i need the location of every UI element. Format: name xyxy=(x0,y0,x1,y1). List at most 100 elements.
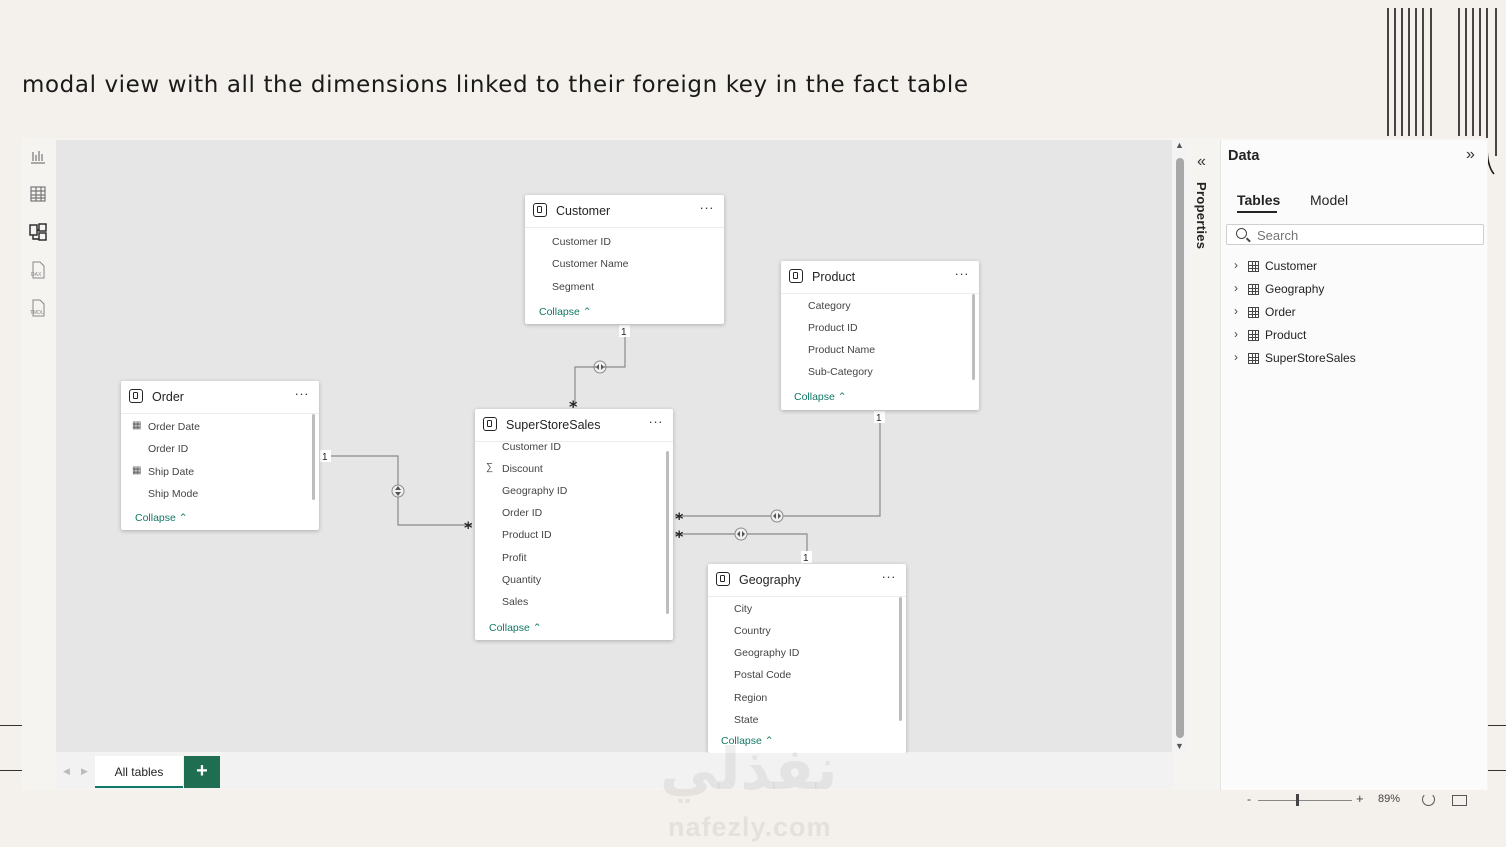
table-name: Geography xyxy=(739,573,801,587)
table-icon xyxy=(129,389,143,403)
zoom-in-button[interactable]: + xyxy=(1356,791,1364,806)
card-scrollbar[interactable] xyxy=(666,451,669,614)
field-product-id[interactable]: Product ID xyxy=(808,322,858,334)
table-card-customer[interactable]: Customer ··· Customer ID Customer Name S… xyxy=(525,195,724,324)
report-view-icon[interactable] xyxy=(28,146,48,166)
field-state[interactable]: State xyxy=(734,714,759,726)
more-options-icon[interactable]: ··· xyxy=(700,200,715,215)
field-geography-id[interactable]: Geography ID xyxy=(502,485,567,497)
collapse-button[interactable]: Collapse ⌃ xyxy=(794,391,847,403)
view-switcher-rail: DAX TMDL xyxy=(22,138,56,753)
chevron-right-icon[interactable]: › xyxy=(1234,281,1238,295)
field-sub-category[interactable]: Sub-Category xyxy=(808,366,873,378)
active-tab-underline xyxy=(1237,211,1277,213)
table-icon xyxy=(716,572,730,586)
table-view-icon[interactable] xyxy=(28,184,48,204)
add-layout-button[interactable]: + xyxy=(184,756,220,788)
field-order-id[interactable]: Order ID xyxy=(502,507,542,519)
expand-properties-icon[interactable]: « xyxy=(1197,153,1206,171)
field-region[interactable]: Region xyxy=(734,692,767,704)
edge-line-left-top xyxy=(0,725,22,726)
table-icon xyxy=(533,203,547,217)
field-discount[interactable]: Discount xyxy=(502,463,543,475)
card-scrollbar[interactable] xyxy=(972,294,975,380)
table-grid-icon xyxy=(1248,353,1259,364)
table-card-header[interactable]: Geography ··· xyxy=(708,564,906,597)
more-options-icon[interactable]: ··· xyxy=(882,569,897,584)
table-card-geography[interactable]: Geography ··· City Country Geography ID … xyxy=(708,564,906,753)
field-category[interactable]: Category xyxy=(808,300,851,312)
tab-scroll-right-icon[interactable]: ▶ xyxy=(81,766,88,777)
chevron-right-icon[interactable]: › xyxy=(1234,350,1238,364)
table-grid-icon xyxy=(1248,307,1259,318)
tab-tables[interactable]: Tables xyxy=(1237,192,1280,208)
fit-to-screen-icon[interactable] xyxy=(1452,795,1467,806)
table-card-order[interactable]: Order ··· ▦ Order Date Order ID ▦ Ship D… xyxy=(121,381,319,530)
table-name: Product xyxy=(812,270,856,284)
field-order-date[interactable]: Order Date xyxy=(148,421,200,433)
table-grid-icon xyxy=(1248,330,1259,341)
collapse-data-pane-icon[interactable]: » xyxy=(1466,146,1475,164)
table-card-product[interactable]: Product ··· Category Product ID Product … xyxy=(781,261,979,410)
search-input[interactable] xyxy=(1257,228,1477,243)
field-customer-name[interactable]: Customer Name xyxy=(552,258,628,270)
table-card-header[interactable]: Customer ··· xyxy=(525,195,724,228)
field-geography-id[interactable]: Geography ID xyxy=(734,647,799,659)
table-icon xyxy=(483,417,497,431)
zoom-out-button[interactable]: - xyxy=(1247,792,1251,806)
field-sales[interactable]: Sales xyxy=(502,596,528,608)
canvas-vertical-scrollbar[interactable]: ▲ ▼ xyxy=(1173,140,1187,754)
tab-model[interactable]: Model xyxy=(1310,192,1348,208)
chevron-right-icon[interactable]: › xyxy=(1234,258,1238,272)
dax-query-view-icon[interactable]: DAX xyxy=(28,260,48,280)
chevron-right-icon[interactable]: › xyxy=(1234,304,1238,318)
reset-layout-icon[interactable] xyxy=(1422,793,1435,806)
field-quantity[interactable]: Quantity xyxy=(502,574,541,586)
table-grid-icon xyxy=(1248,284,1259,295)
field-order-id[interactable]: Order ID xyxy=(148,443,188,455)
search-box[interactable] xyxy=(1226,224,1484,245)
tab-scroll-left-icon[interactable]: ◀ xyxy=(63,766,70,777)
field-postal-code[interactable]: Postal Code xyxy=(734,669,791,681)
field-ship-mode[interactable]: Ship Mode xyxy=(148,488,198,500)
field-product-id[interactable]: Product ID xyxy=(502,529,552,541)
table-card-header[interactable]: Order ··· xyxy=(121,381,319,414)
table-name: SuperStoreSales xyxy=(506,418,601,432)
table-card-header[interactable]: Product ··· xyxy=(781,261,979,294)
more-options-icon[interactable]: ··· xyxy=(295,386,310,401)
edge-line-right-top xyxy=(1488,725,1506,726)
card-scrollbar[interactable] xyxy=(899,597,902,721)
properties-label[interactable]: Properties xyxy=(1194,182,1209,249)
scrollbar-thumb[interactable] xyxy=(1176,158,1184,738)
field-customer-id[interactable]: Customer ID xyxy=(552,236,611,248)
tab-all-tables[interactable]: All tables xyxy=(95,756,183,788)
model-view-icon[interactable] xyxy=(28,222,48,242)
svg-text:DAX: DAX xyxy=(31,272,42,278)
zoom-slider-thumb[interactable] xyxy=(1296,794,1299,806)
chevron-up-icon: ⌃ xyxy=(837,391,847,403)
collapse-button[interactable]: Collapse ⌃ xyxy=(539,306,592,318)
chevron-right-icon[interactable]: › xyxy=(1234,327,1238,341)
field-customer-id[interactable]: Customer ID xyxy=(502,441,561,453)
field-ship-date[interactable]: Ship Date xyxy=(148,466,194,478)
field-product-name[interactable]: Product Name xyxy=(808,344,875,356)
field-country[interactable]: Country xyxy=(734,625,771,637)
scroll-down-icon[interactable]: ▼ xyxy=(1175,741,1184,751)
more-options-icon[interactable]: ··· xyxy=(649,414,664,429)
table-icon xyxy=(789,269,803,283)
table-card-superstoresales[interactable]: SuperStoreSales ··· Customer ID ∑ Discou… xyxy=(475,409,673,640)
field-city[interactable]: City xyxy=(734,603,752,615)
collapse-button[interactable]: Collapse ⌃ xyxy=(135,512,188,524)
collapse-button[interactable]: Collapse ⌃ xyxy=(489,622,542,634)
table-card-header[interactable]: SuperStoreSales ··· xyxy=(475,409,673,442)
watermark-arabic: نفذلي xyxy=(660,735,838,803)
table-grid-icon xyxy=(1248,261,1259,272)
slide-title: modal view with all the dimensions linke… xyxy=(22,72,969,98)
tmdl-view-icon[interactable]: TMDL xyxy=(28,298,48,318)
card-scrollbar[interactable] xyxy=(312,414,315,500)
zoom-slider-track[interactable] xyxy=(1258,800,1352,801)
field-profit[interactable]: Profit xyxy=(502,552,527,564)
more-options-icon[interactable]: ··· xyxy=(955,266,970,281)
scroll-up-icon[interactable]: ▲ xyxy=(1175,140,1184,150)
field-segment[interactable]: Segment xyxy=(552,281,594,293)
